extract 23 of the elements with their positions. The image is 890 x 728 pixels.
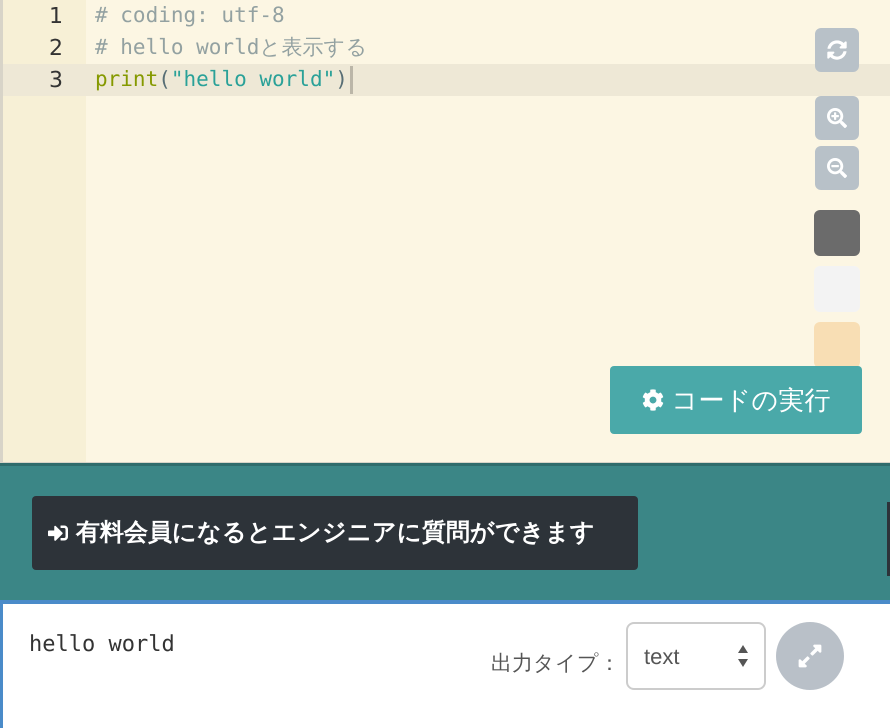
text-cursor — [350, 66, 353, 94]
code-line: # coding: utf-8 — [95, 2, 285, 30]
line-number: 1 — [48, 2, 63, 30]
output-type-select[interactable]: text — [626, 622, 766, 690]
line-number: 2 — [48, 34, 63, 62]
paid-member-button[interactable]: 有料会員になるとエンジニアに質問ができます — [32, 496, 638, 570]
sign-in-icon — [48, 523, 68, 543]
refresh-button[interactable] — [815, 28, 859, 72]
zoom-in-icon — [827, 108, 847, 128]
gear-icon — [642, 389, 664, 411]
output-text: hello world — [29, 631, 175, 659]
output-type-label: 出力タイプ： — [491, 651, 620, 677]
line-number: 3 — [48, 66, 63, 94]
code-line: print("hello world") — [95, 66, 348, 94]
zoom-out-button[interactable] — [815, 146, 859, 190]
expand-icon — [797, 643, 823, 669]
dropdown-arrows-icon — [738, 645, 748, 667]
theme-swatch[interactable] — [814, 210, 860, 256]
refresh-icon — [827, 40, 847, 60]
zoom-out-icon — [827, 158, 847, 178]
code-line: # hello worldと表示する — [95, 34, 368, 62]
zoom-in-button[interactable] — [815, 96, 859, 140]
theme-swatch[interactable] — [814, 322, 860, 368]
